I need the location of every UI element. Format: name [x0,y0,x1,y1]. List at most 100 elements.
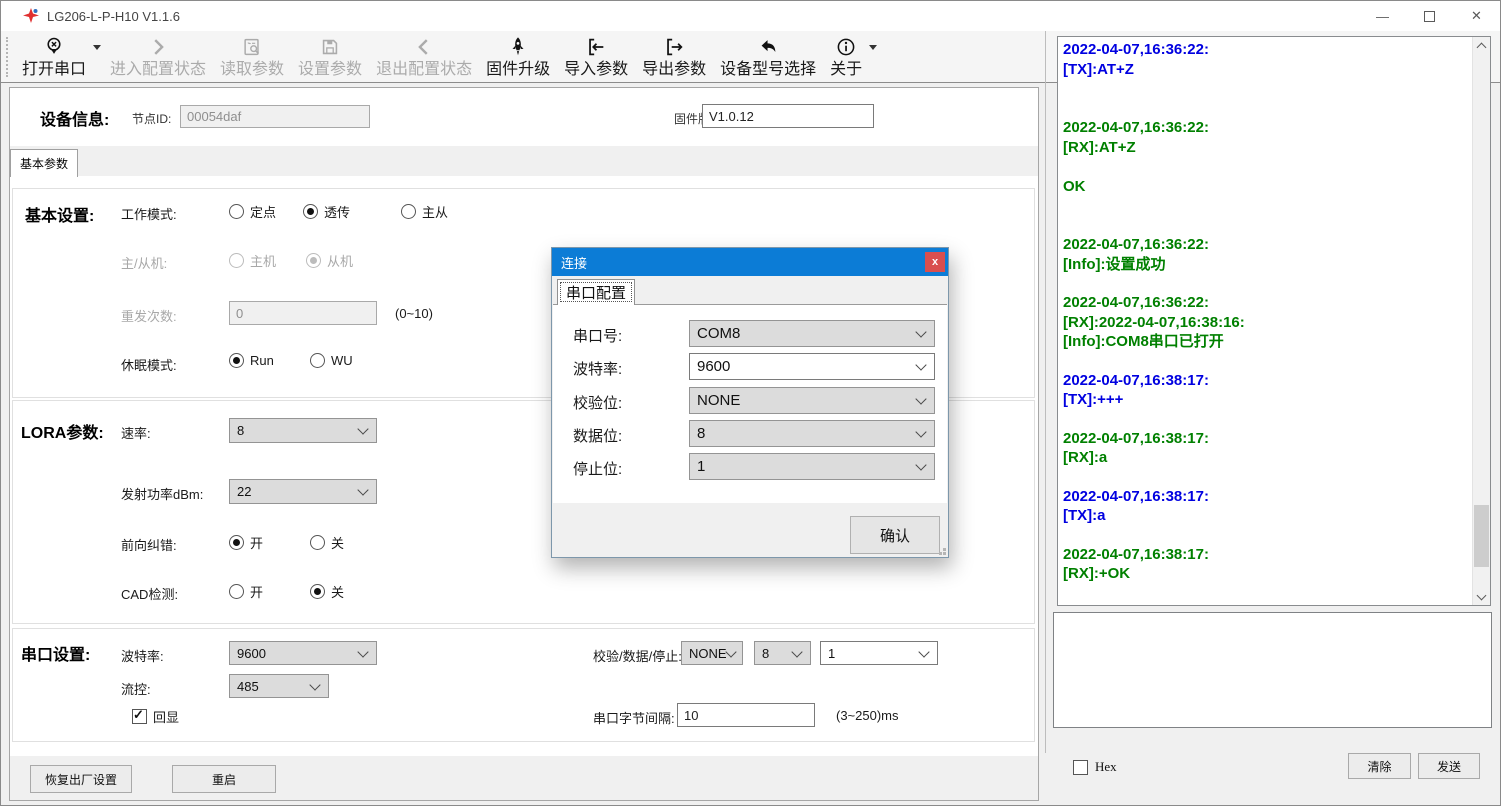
dropdown-caret-icon[interactable] [869,45,877,50]
maximize-icon [1424,11,1435,22]
dialog-footer: 确认 [552,503,948,557]
toolbar-device-model-select-label: 设备型号选择 [720,59,816,80]
sleep-wu-option[interactable]: WU [310,353,353,368]
flow-control-select[interactable]: 485 [229,674,329,698]
log-entry: 2022-04-07,16:38:17: [RX]:+OK [1063,545,1469,584]
fec-off-option[interactable]: 关 [310,533,344,552]
retry-input [229,301,377,325]
chevron-down-icon [915,326,926,337]
toolbar-grip[interactable] [6,37,8,77]
dialog-baud-select[interactable]: 9600 [689,353,935,380]
chevron-left-icon [413,34,435,59]
data-bits-select[interactable]: 8 [754,641,811,665]
minimize-button[interactable]: — [1359,1,1406,31]
log-entry: 2022-04-07,16:36:22: [TX]:AT+Z [1063,40,1469,79]
toolbar-export-params-label: 导出参数 [642,59,706,80]
maximize-button[interactable] [1406,1,1453,31]
toolbar-import-params[interactable]: 导入参数 [564,31,628,80]
echo-checkbox[interactable]: 回显 [132,707,179,726]
restore-factory-button[interactable]: 恢复出厂设置 [30,765,132,793]
chevron-down-icon [357,423,368,434]
rate-label: 速率: [121,423,151,442]
log-scrollbar[interactable] [1472,37,1490,605]
restart-button[interactable]: 重启 [172,765,276,793]
dialog-parity-select[interactable]: NONE [689,387,935,414]
byte-interval-hint: (3~250)ms [836,708,899,723]
confirm-button[interactable]: 确认 [850,516,940,554]
work-mode-option-transparent[interactable]: 透传 [303,202,350,221]
parity-select[interactable]: NONE [681,641,743,665]
dialog-stop-bits-select[interactable]: 1 [689,453,935,480]
toolbar-export-params[interactable]: 导出参数 [642,31,706,80]
serial-baud-select[interactable]: 9600 [229,641,377,665]
scroll-up-icon[interactable] [1473,37,1490,54]
undo-arrow-icon [757,34,779,59]
radio-checked-icon [310,584,325,599]
import-icon [585,34,607,59]
checkbox-icon [1073,760,1088,775]
tx-power-select[interactable]: 22 [229,479,377,504]
work-mode-option-master-slave[interactable]: 主从 [401,202,448,221]
dialog-close-button[interactable]: x [925,252,945,272]
device-info-section: 设备信息: 节点ID: 固件版本: [10,88,1038,147]
scroll-down-icon[interactable] [1473,588,1490,605]
dropdown-caret-icon[interactable] [93,45,101,50]
log-entry: 2022-04-07,16:38:17: [TX]:a [1063,487,1469,526]
toolbar-open-port-label: 打开串口 [22,59,86,80]
dialog-title: 连接 [561,253,587,272]
port-pin-icon [43,34,65,59]
save-icon [319,34,341,59]
close-button[interactable]: ✕ [1453,1,1500,31]
log-panel[interactable]: 2022-04-07,16:36:22: [TX]:AT+Z 2022-04-07… [1057,36,1491,606]
dialog-data-bits-select[interactable]: 8 [689,420,935,447]
chevron-down-icon [915,459,926,470]
hex-checkbox[interactable]: Hex [1073,759,1117,775]
toolbar-device-model-select[interactable]: 设备型号选择 [720,31,816,80]
log-content: 2022-04-07,16:36:22: [TX]:AT+Z 2022-04-07… [1063,40,1469,603]
lora-heading: LORA参数: [21,419,104,443]
send-input[interactable] [1054,613,1491,727]
app-window: LG206-L-P-H10 V1.1.6 — ✕ 打开串口 进入配置状态 [0,0,1501,806]
radio-icon [229,253,244,268]
dialog-title-bar[interactable]: 连接 [552,248,948,276]
stop-bits-select[interactable]: 1 [820,641,938,665]
log-entry: 2022-04-07,16:38:17: [TX]:+++ [1063,371,1469,410]
toolbar-about[interactable]: 关于 [830,31,862,80]
chevron-right-icon [147,34,169,59]
serial-baud-label: 波特率: [121,646,164,665]
cad-label: CAD检测: [121,584,178,603]
toolbar-firmware-upgrade[interactable]: 固件升级 [486,31,550,80]
dialog-tab-serial-config[interactable]: 串口配置 [557,279,635,305]
rate-select[interactable]: 8 [229,418,377,443]
window-title: LG206-L-P-H10 V1.1.6 [47,9,180,24]
toolbar-import-params-label: 导入参数 [564,59,628,80]
log-entry: 2022-04-07,16:36:22: [Info]:设置成功 [1063,235,1469,274]
chevron-down-icon [791,646,802,657]
tab-basic-params[interactable]: 基本参数 [10,149,78,177]
toolbar-set-params-label: 设置参数 [298,59,362,80]
work-mode-option-fixed[interactable]: 定点 [229,202,276,221]
toolbar-open-port[interactable]: 打开串口 [22,31,86,80]
app-logo-icon [23,8,39,24]
firmware-field[interactable] [702,104,874,128]
com-port-label: 串口号: [573,325,622,346]
cad-off-option[interactable]: 关 [310,582,344,601]
fec-on-option[interactable]: 开 [229,533,263,552]
clear-button[interactable]: 清除 [1348,753,1411,779]
chevron-down-icon [915,359,926,370]
radio-checked-icon [306,253,321,268]
window-controls: — ✕ [1359,1,1500,31]
send-button[interactable]: 发送 [1418,753,1480,779]
scrollbar-thumb[interactable] [1474,505,1489,567]
sleep-run-option[interactable]: Run [229,353,274,368]
resize-grip-icon[interactable] [943,552,946,555]
com-port-select[interactable]: COM8 [689,320,935,347]
cad-on-option[interactable]: 开 [229,582,263,601]
radio-checked-icon [229,535,244,550]
toolbar-exit-config: 退出配置状态 [376,31,472,80]
serial-settings-group: 串口设置: 波特率: 9600 流控: 485 回显 校验/数据/停止: NON… [12,628,1035,742]
checkbox-checked-icon [132,709,147,724]
dialog-content: 串口号: COM8 波特率: 9600 校验位: NONE 数据位: 8 停止位… [553,304,947,506]
byte-interval-input[interactable] [677,703,815,727]
slave-option: 从机 [306,251,353,270]
